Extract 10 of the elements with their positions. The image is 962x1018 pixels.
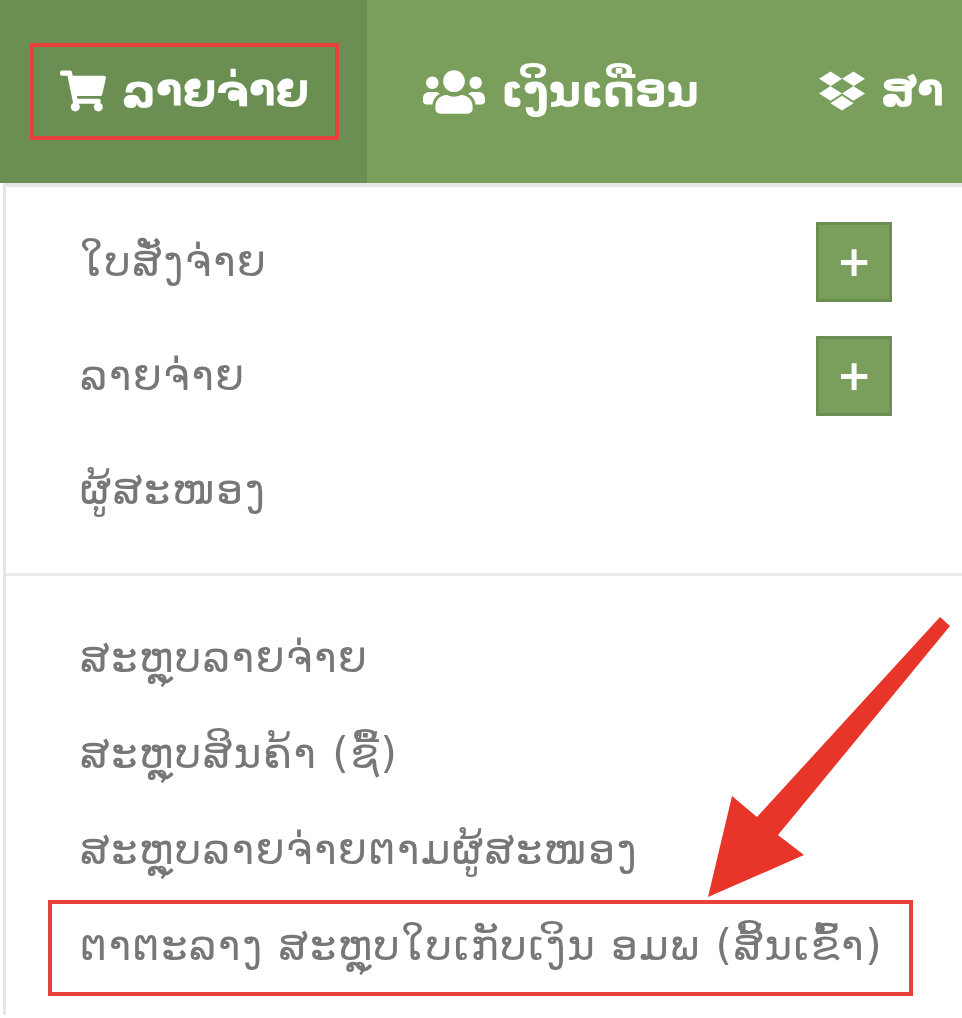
menu-item[interactable]: ລາຍຈ່າຍ: [80, 349, 246, 403]
menu-item[interactable]: ຜູ້ສະໜອງ: [80, 463, 267, 517]
nav-tab[interactable]: ລາຍຈ່າຍ: [0, 0, 368, 183]
add-button[interactable]: +: [816, 222, 892, 302]
menu-item[interactable]: ຕາຕະລາງ ສະຫຼຸບໃບເກັບເງິນ ອມພ (ສິ້ນເຂົ້າ): [80, 919, 884, 973]
add-button[interactable]: +: [816, 336, 892, 416]
menu-item[interactable]: ສະຫຼຸບລາຍຈ່າຍຕາມຜູ້ສະໜອງ: [80, 823, 639, 877]
menu-item[interactable]: ໃບສັ່ງຈ່າຍ: [80, 235, 268, 289]
menu-item[interactable]: ສະຫຼຸບລາຍຈ່າຍ: [80, 631, 369, 685]
menu-item[interactable]: ສະຫຼຸບສິນຄ້າ (ຊື້): [80, 727, 399, 781]
